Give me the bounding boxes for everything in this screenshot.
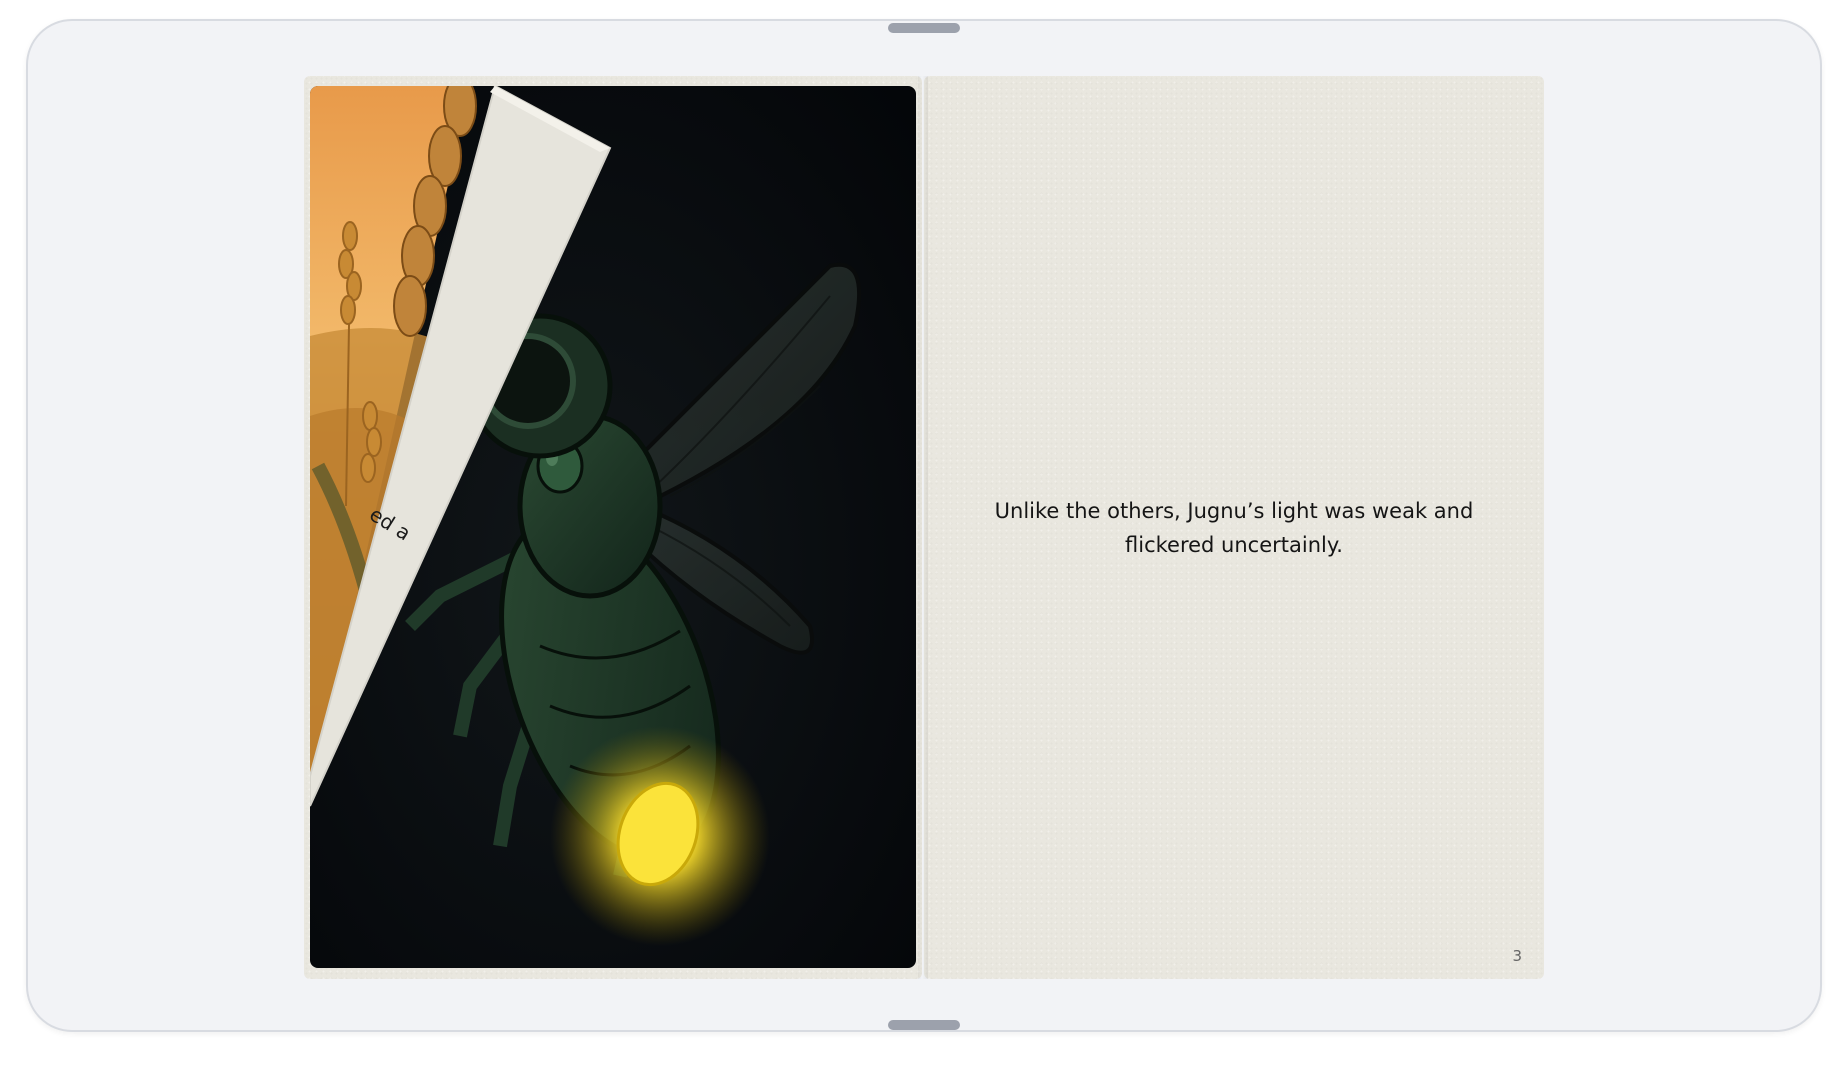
book-spread: ed a Unlike the others, Jugnu’s light wa… bbox=[304, 76, 1544, 979]
page-number: 3 bbox=[1512, 947, 1522, 965]
right-page[interactable]: Unlike the others, Jugnu’s light was wea… bbox=[924, 76, 1544, 979]
bottom-drag-handle-icon[interactable] bbox=[888, 1020, 960, 1030]
book-spine bbox=[918, 76, 928, 979]
story-text: Unlike the others, Jugnu’s light was wea… bbox=[994, 499, 1474, 557]
firefly-illustration: ed a bbox=[310, 86, 916, 968]
top-drag-handle-icon[interactable] bbox=[888, 23, 960, 33]
left-page[interactable]: ed a bbox=[304, 76, 922, 979]
